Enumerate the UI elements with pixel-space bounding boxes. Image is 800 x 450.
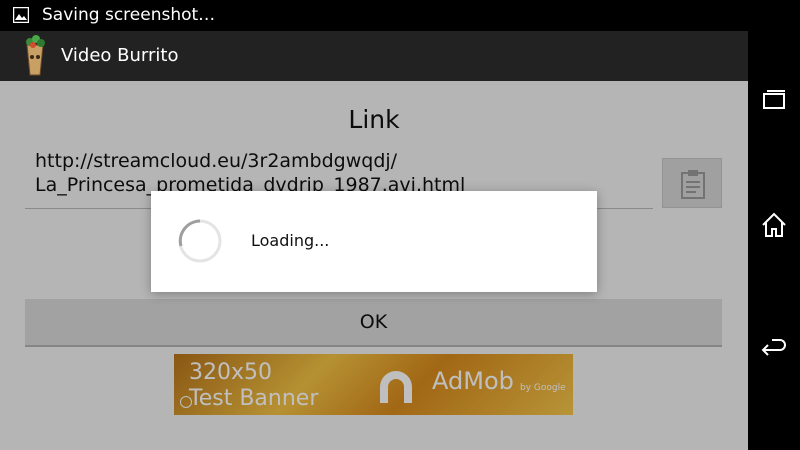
back-icon[interactable] xyxy=(760,336,788,364)
status-notification-text: Saving screenshot… xyxy=(42,5,216,25)
recents-icon[interactable] xyxy=(760,86,788,114)
navigation-bar xyxy=(748,31,800,450)
action-bar: Video Burrito xyxy=(0,31,748,81)
loading-dialog: Loading... xyxy=(151,191,597,292)
status-bar: Saving screenshot… xyxy=(0,0,800,31)
app-logo-icon[interactable] xyxy=(21,35,49,77)
loading-spinner-icon xyxy=(178,219,222,263)
loading-message: Loading... xyxy=(251,231,330,250)
home-icon[interactable] xyxy=(760,211,788,239)
app-title: Video Burrito xyxy=(61,45,179,66)
main-content: Link http://streamcloud.eu/3r2ambdgwqdj/… xyxy=(0,81,748,450)
image-icon xyxy=(13,7,29,23)
